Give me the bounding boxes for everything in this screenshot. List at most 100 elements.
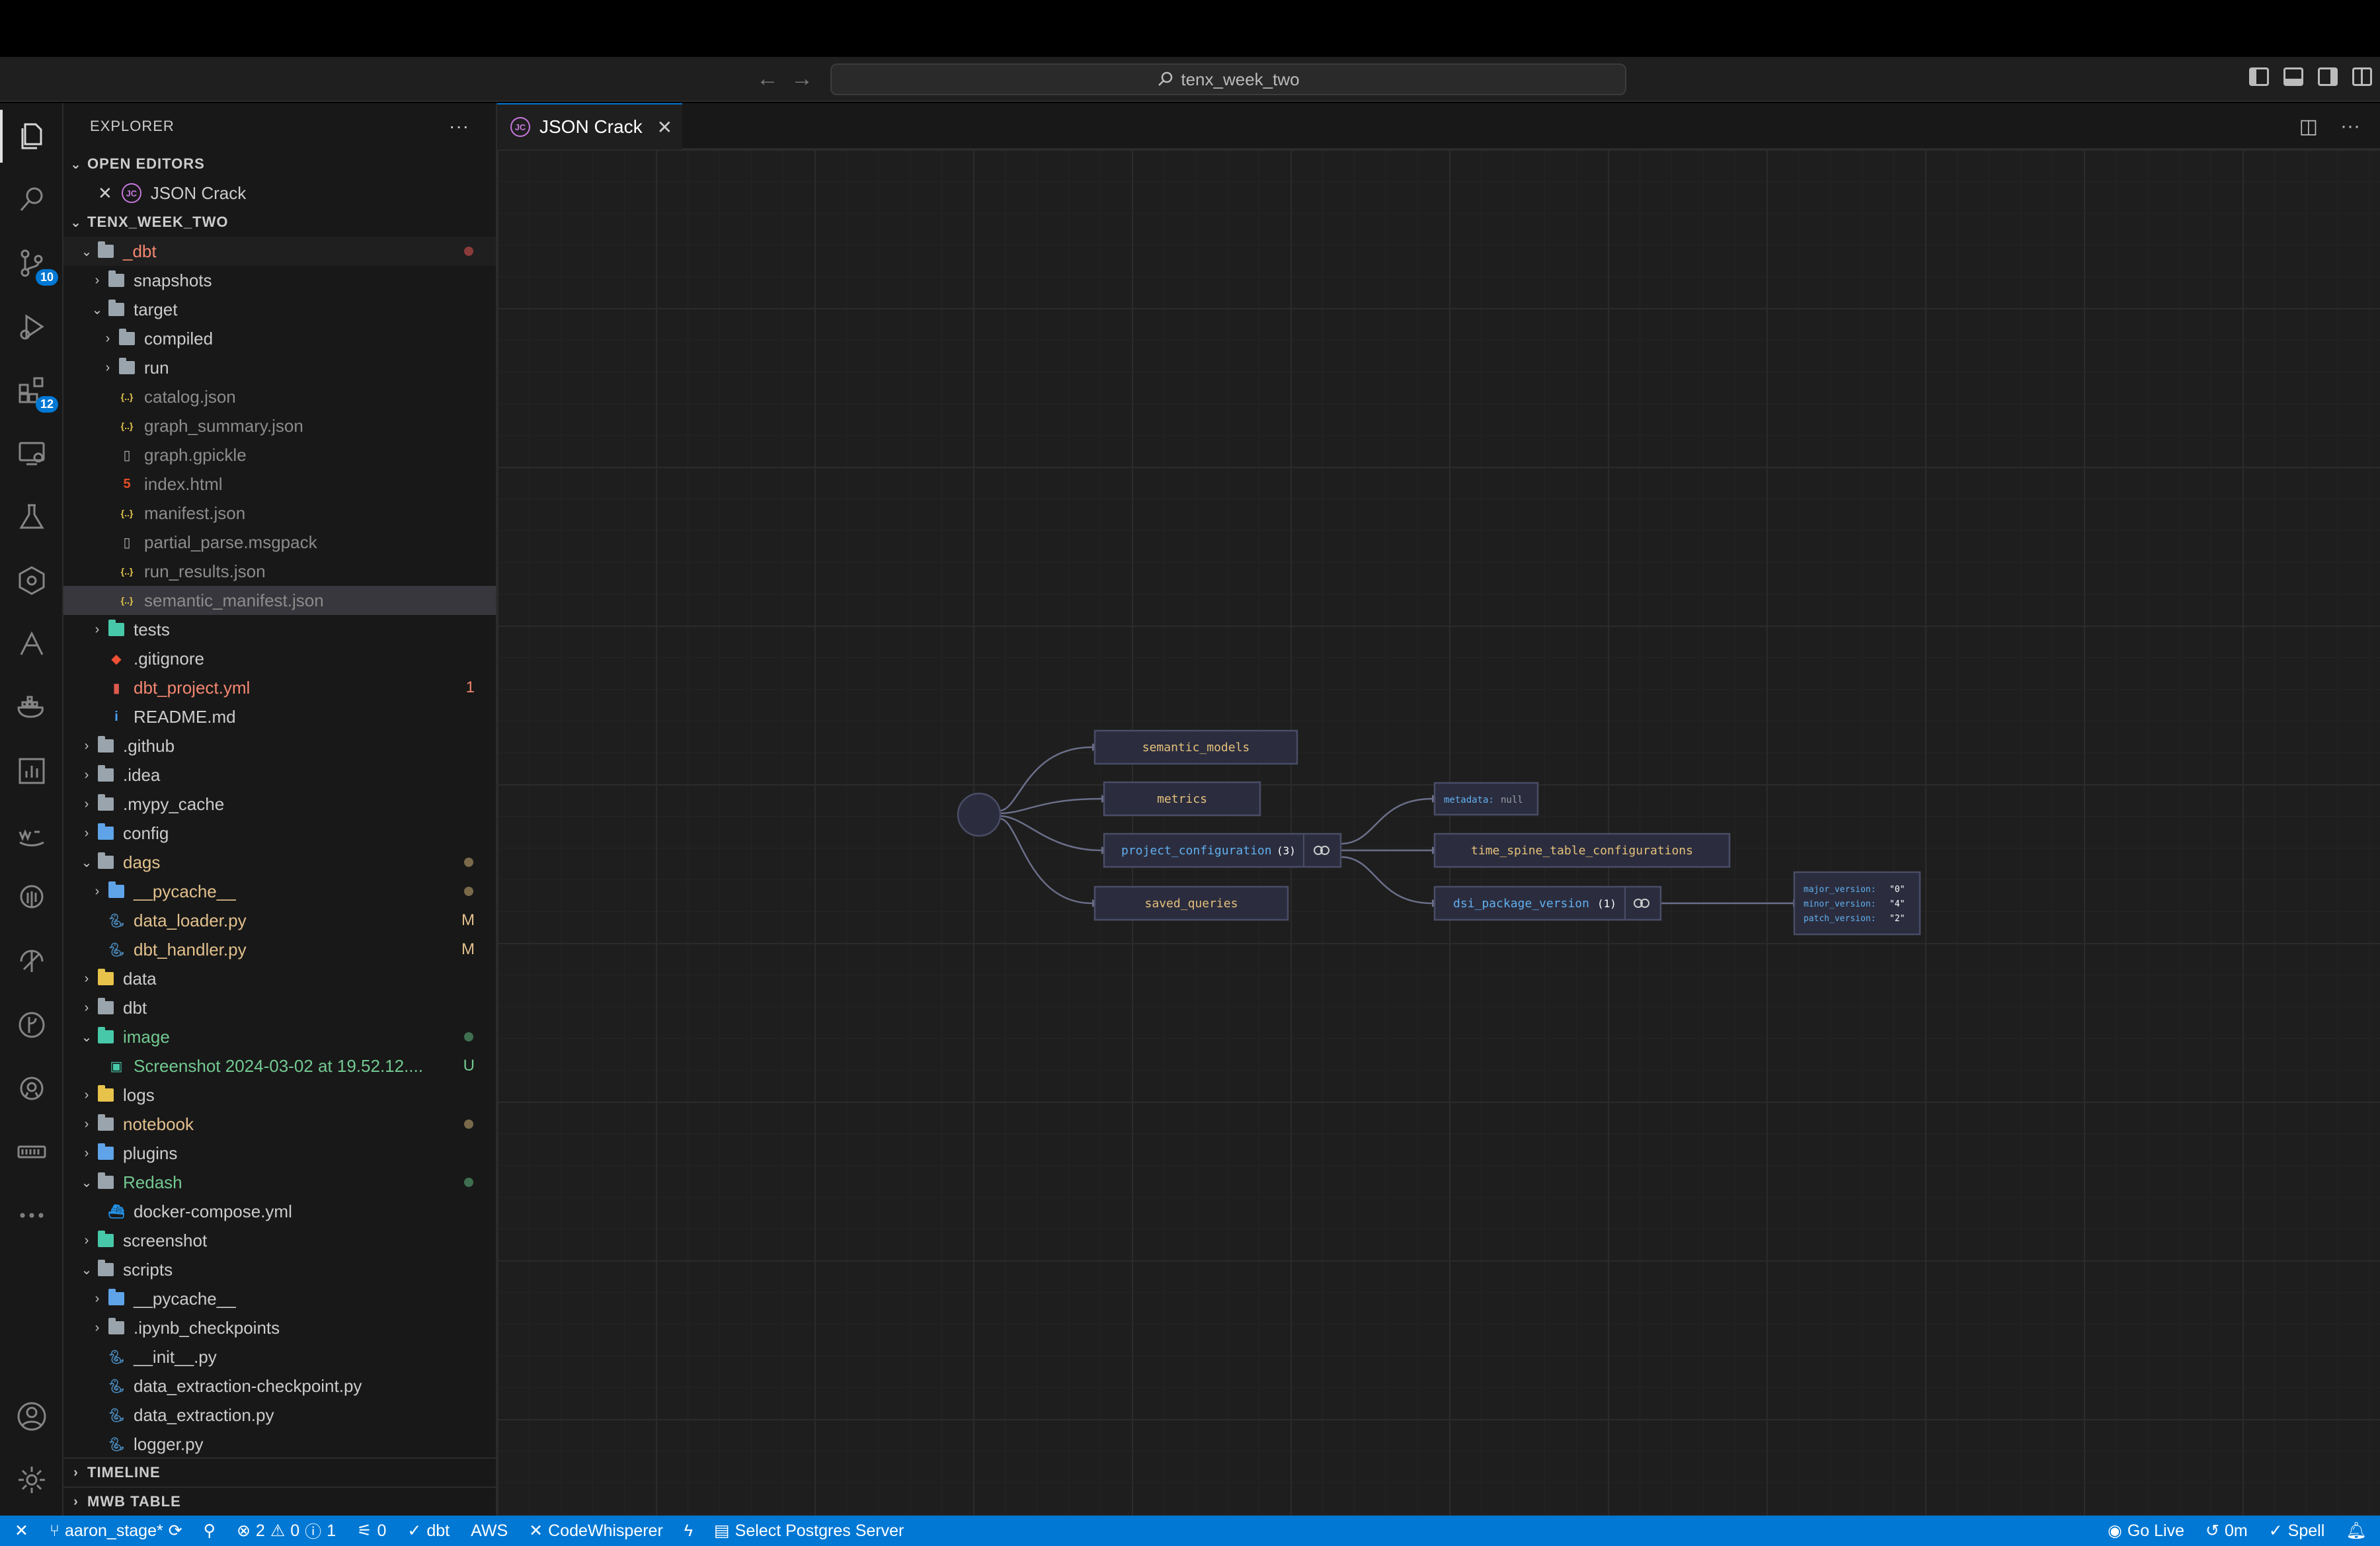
git-branch[interactable]: ⑂ aaron_stage* ⟳ bbox=[50, 1521, 182, 1541]
command-center[interactable]: tenx_week_two bbox=[830, 63, 1626, 95]
tree-item[interactable]: › logs bbox=[63, 1080, 496, 1110]
tree-item[interactable]: › .idea bbox=[63, 760, 496, 790]
tree-item[interactable]: 🐍︎ __init__.py bbox=[63, 1342, 496, 1371]
tree-item[interactable]: › __pycache__ bbox=[63, 1284, 496, 1313]
spell-check[interactable]: ✓ Spell bbox=[2269, 1521, 2325, 1541]
codewhisperer-status[interactable]: ✕ CodeWhisperer bbox=[529, 1521, 663, 1541]
publish-icon[interactable]: ⚲ bbox=[204, 1521, 216, 1541]
tree-item[interactable]: › plugins bbox=[63, 1139, 496, 1168]
explorer-icon[interactable] bbox=[0, 110, 49, 163]
postgres-icon[interactable] bbox=[15, 881, 49, 915]
tree-item[interactable]: 5 index.html bbox=[63, 469, 496, 499]
forward-arrow-icon[interactable]: → bbox=[791, 66, 813, 92]
time-tracker[interactable]: ↺ 0m bbox=[2205, 1521, 2248, 1541]
testing-icon[interactable] bbox=[15, 500, 49, 534]
tree-item[interactable]: ⌄ image bbox=[63, 1022, 496, 1051]
tree-item[interactable]: ▯ graph.gpickle bbox=[63, 440, 496, 469]
copilot-icon[interactable] bbox=[15, 1071, 49, 1106]
mwb-table-section[interactable]: › MWB TABLE bbox=[63, 1486, 496, 1516]
tree-item[interactable]: › data bbox=[63, 964, 496, 993]
tree-item[interactable]: › run bbox=[63, 353, 496, 382]
docker-icon[interactable] bbox=[15, 690, 49, 725]
tree-item[interactable]: 🐍︎ data_loader.py M bbox=[63, 906, 496, 935]
aws-status[interactable]: AWS bbox=[471, 1522, 508, 1541]
notifications-bell-icon[interactable]: 🔔︎ bbox=[2346, 1522, 2367, 1541]
tree-item[interactable]: {..} manifest.json bbox=[63, 499, 496, 528]
tree-item[interactable]: ▮ dbt_project.yml 1 bbox=[63, 673, 496, 702]
explorer-more-icon[interactable]: ··· bbox=[449, 116, 469, 137]
tree-item[interactable]: {..} graph_summary.json bbox=[63, 411, 496, 440]
tree-item[interactable]: {..} semantic_manifest.json bbox=[63, 586, 496, 615]
tree-item[interactable]: › config bbox=[63, 819, 496, 848]
tree-item[interactable]: › .ipynb_checkpoints bbox=[63, 1313, 496, 1342]
close-icon[interactable]: ✕ bbox=[657, 116, 672, 138]
tab-json-crack[interactable]: JC JSON Crack ✕ bbox=[497, 103, 682, 149]
tree-item[interactable]: › .github bbox=[63, 731, 496, 760]
chevron-right-icon: › bbox=[84, 767, 89, 782]
tree-item[interactable]: › .mypy_cache bbox=[63, 790, 496, 819]
run-debug-icon[interactable] bbox=[15, 309, 49, 344]
aws-icon[interactable] bbox=[15, 817, 49, 852]
dbt-icon[interactable] bbox=[15, 563, 49, 598]
tree-item[interactable]: 🐍︎ data_extraction-checkpoint.py bbox=[63, 1371, 496, 1401]
tree-item[interactable]: › tests bbox=[63, 615, 496, 644]
source-control-icon[interactable]: 10 bbox=[15, 246, 58, 286]
tree-item[interactable]: 🐍︎ dbt_handler.py M bbox=[63, 935, 496, 964]
go-live-button[interactable]: ◉ Go Live bbox=[2108, 1521, 2184, 1541]
toggle-primary-sidebar-icon[interactable] bbox=[2249, 67, 2269, 86]
extensions-icon[interactable]: 12 bbox=[15, 373, 58, 413]
tree-item[interactable]: › compiled bbox=[63, 324, 496, 353]
git-graph-icon[interactable] bbox=[15, 1008, 49, 1042]
open-editors-section[interactable]: ⌄ OPEN EDITORS bbox=[63, 149, 496, 179]
tree-item[interactable]: 🐍︎ data_extraction.py bbox=[63, 1401, 496, 1430]
tree-item[interactable]: › screenshot bbox=[63, 1226, 496, 1255]
database-explorer-icon[interactable] bbox=[15, 944, 49, 979]
tree-item[interactable]: {..} run_results.json bbox=[63, 557, 496, 586]
split-editor-icon[interactable]: ◫ bbox=[2299, 115, 2318, 138]
tree-item[interactable]: › dbt bbox=[63, 993, 496, 1022]
root-node[interactable] bbox=[957, 792, 1002, 837]
postgres-server-selector[interactable]: ▤ Select Postgres Server bbox=[714, 1521, 904, 1541]
back-arrow-icon[interactable]: ← bbox=[756, 66, 779, 92]
more-actions-icon[interactable]: ··· bbox=[2340, 115, 2360, 138]
sync-icon[interactable]: ⟳ bbox=[169, 1521, 182, 1541]
account-icon[interactable] bbox=[15, 1399, 49, 1434]
close-icon[interactable]: ✕ bbox=[98, 183, 112, 204]
tree-item[interactable]: › notebook bbox=[63, 1110, 496, 1139]
tree-item[interactable]: ⌄ _dbt bbox=[63, 237, 496, 266]
dbt-status[interactable]: ✓ dbt bbox=[407, 1521, 450, 1541]
aws-toolkit-icon[interactable] bbox=[15, 627, 49, 661]
toggle-secondary-sidebar-icon[interactable] bbox=[2318, 67, 2338, 86]
timeline-section[interactable]: › TIMELINE bbox=[63, 1457, 496, 1486]
chatgpt-icon[interactable] bbox=[15, 1135, 49, 1169]
toggle-panel-icon[interactable] bbox=[2283, 67, 2303, 86]
tree-item[interactable]: ◆ .gitignore bbox=[63, 644, 496, 673]
settings-gear-icon[interactable] bbox=[15, 1463, 49, 1497]
tree-item[interactable]: ⌄ dags bbox=[63, 848, 496, 877]
tree-item[interactable]: ⌄ scripts bbox=[63, 1255, 496, 1284]
remote-indicator-icon[interactable]: ✕ bbox=[15, 1521, 28, 1541]
search-icon[interactable] bbox=[15, 183, 49, 217]
more-views-icon[interactable] bbox=[15, 1198, 49, 1233]
tree-item[interactable]: ⌄ Redash bbox=[63, 1168, 496, 1197]
tree-item[interactable]: ⛴︎ docker-compose.yml bbox=[63, 1197, 496, 1226]
problems-indicator[interactable]: ⊗ 2 ⚠ 0 ⓘ 1 bbox=[237, 1519, 336, 1543]
tree-item[interactable]: i README.md bbox=[63, 702, 496, 731]
minor-version-value: "4" bbox=[1889, 899, 1905, 909]
lightning-icon[interactable]: ϟ bbox=[684, 1522, 693, 1541]
json-crack-canvas[interactable]: semantic_models metrics project_configur… bbox=[497, 149, 2380, 1516]
ports-indicator[interactable]: ⚟ 0 bbox=[357, 1521, 386, 1541]
open-editor-json-crack[interactable]: ✕ JC JSON Crack bbox=[63, 179, 496, 208]
tree-item[interactable]: ▣ Screenshot 2024-03-02 at 19.52.12.... U bbox=[63, 1051, 496, 1080]
tree-item[interactable]: ▯ partial_parse.msgpack bbox=[63, 528, 496, 557]
tree-item[interactable]: ⌄ target bbox=[63, 295, 496, 324]
tree-item[interactable]: {..} catalog.json bbox=[63, 382, 496, 411]
tree-item[interactable]: › __pycache__ bbox=[63, 877, 496, 906]
tree-item[interactable]: › snapshots bbox=[63, 266, 496, 295]
remote-explorer-icon[interactable] bbox=[15, 436, 49, 471]
charts-icon[interactable] bbox=[15, 754, 49, 788]
tree-item[interactable]: 🐍︎ logger.py bbox=[63, 1430, 496, 1457]
workspace-section[interactable]: ⌄ TENX_WEEK_TWO bbox=[63, 208, 496, 237]
chevron-down-icon: ⌄ bbox=[81, 1262, 93, 1278]
customize-layout-icon[interactable] bbox=[2352, 67, 2372, 86]
